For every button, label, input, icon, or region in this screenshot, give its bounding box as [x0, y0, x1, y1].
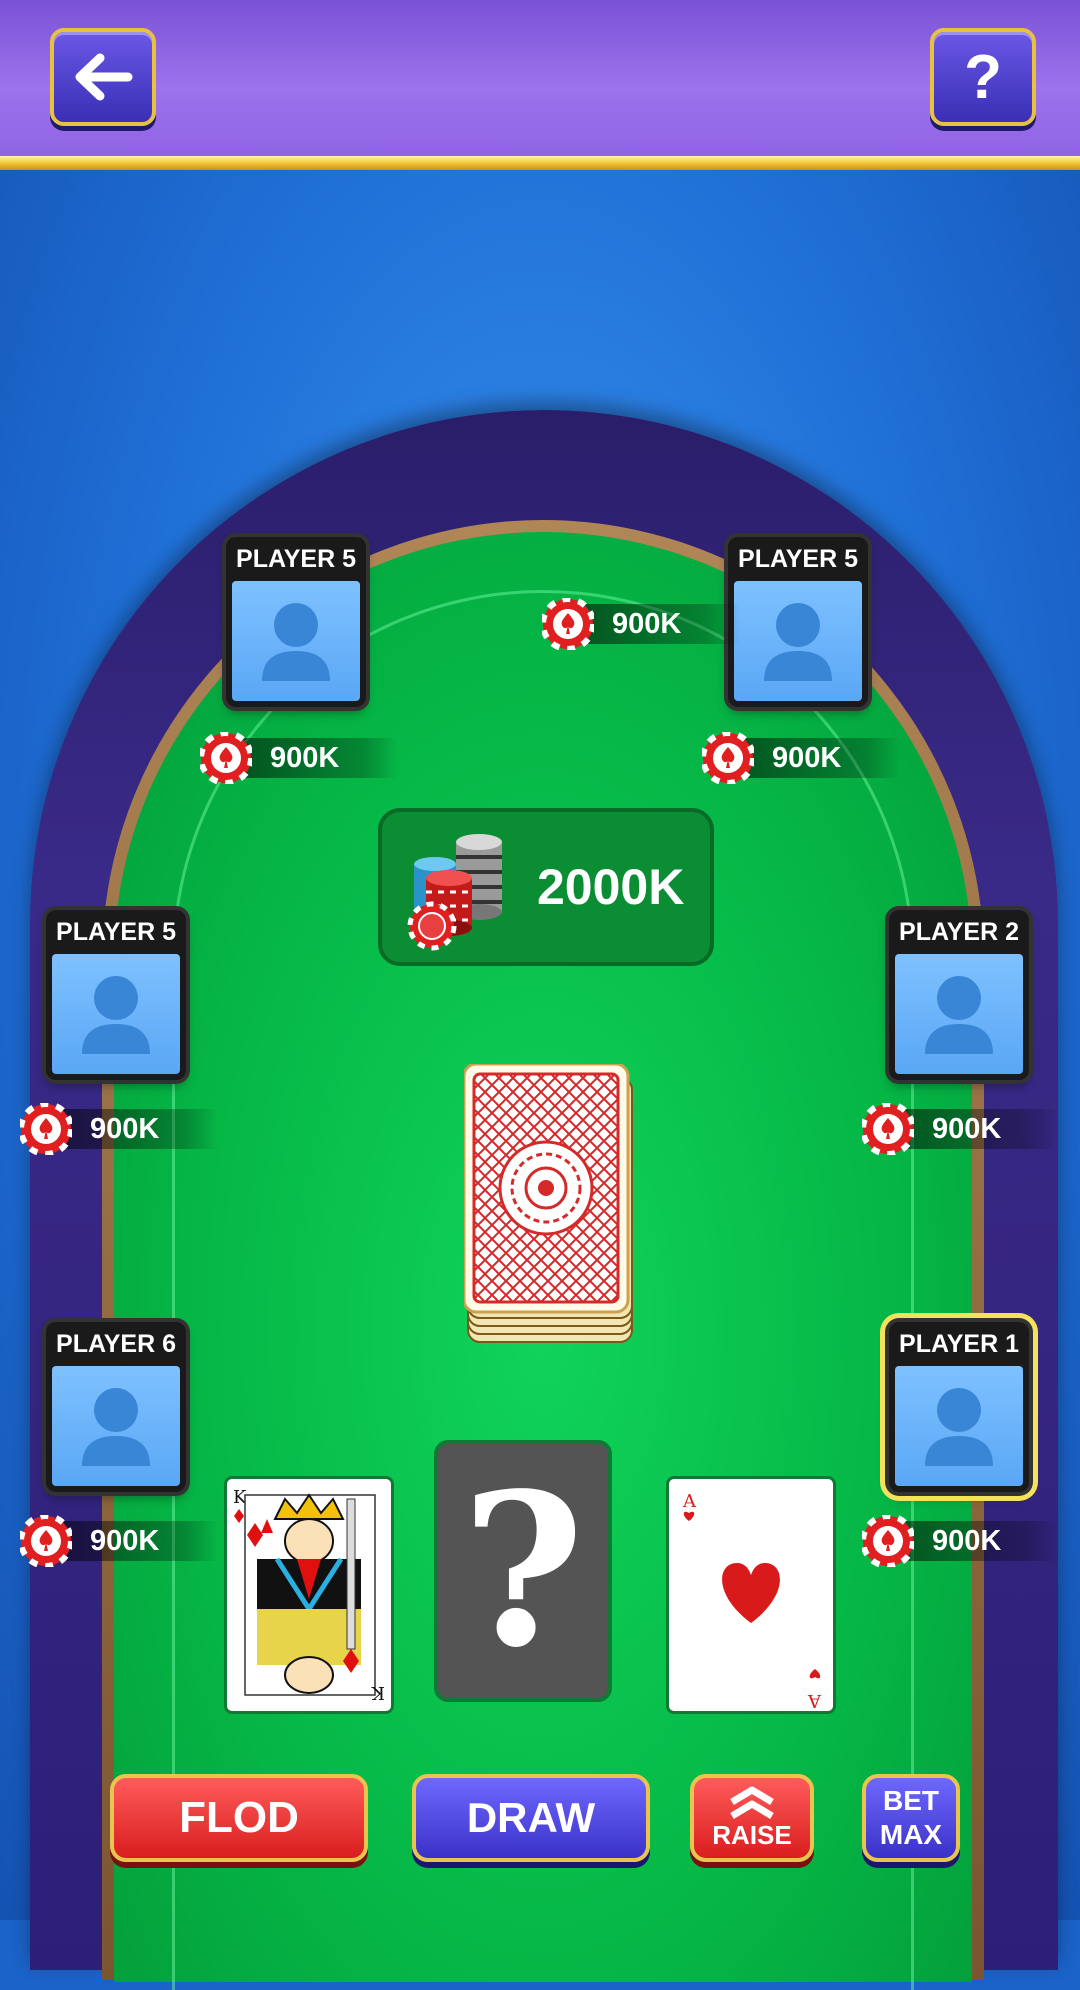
- player-seat[interactable]: PLAYER 5: [728, 537, 868, 707]
- player-chips: 900K: [200, 732, 398, 784]
- user-icon: [925, 1388, 993, 1466]
- chip-icon: [20, 1103, 72, 1155]
- user-icon: [82, 1388, 150, 1466]
- chip-stack-icon: [407, 834, 502, 951]
- player-name: PLAYER 5: [738, 545, 858, 573]
- king-of-diamonds-face: K K: [233, 1487, 385, 1703]
- back-button[interactable]: [50, 28, 156, 126]
- chip-icon: [20, 1515, 72, 1567]
- fold-button[interactable]: FLOD: [110, 1774, 368, 1862]
- player-chips: 900K: [862, 1103, 1060, 1155]
- player-name: PLAYER 1: [899, 1330, 1019, 1358]
- player-chips: 900K: [20, 1515, 218, 1567]
- avatar: [52, 1366, 180, 1486]
- player-name: PLAYER 2: [899, 918, 1019, 946]
- raise-label: RAISE: [712, 1819, 792, 1850]
- user-icon: [764, 603, 832, 681]
- player-seat[interactable]: PLAYER 2: [889, 910, 1029, 1080]
- chip-amount: 900K: [90, 1525, 160, 1557]
- svg-text:K: K: [371, 1682, 385, 1703]
- svg-text:A: A: [807, 1690, 822, 1711]
- avatar: [895, 1366, 1023, 1486]
- chip-icon: [542, 598, 594, 650]
- player-card-king-diamonds[interactable]: K K: [224, 1476, 394, 1714]
- chip-icon: [862, 1515, 914, 1567]
- help-button[interactable]: ?: [930, 28, 1036, 126]
- user-icon: [262, 603, 330, 681]
- player-card-ace-hearts[interactable]: A A: [666, 1476, 836, 1714]
- chip-amount: 900K: [932, 1113, 1002, 1145]
- chip-amount: 900K: [772, 742, 842, 774]
- chip-amount: 900K: [932, 1525, 1002, 1557]
- player-chips: 900K: [20, 1103, 218, 1155]
- bet-max-button[interactable]: BET MAX: [862, 1774, 960, 1862]
- top-bar: [0, 0, 1080, 160]
- chip-icon: [862, 1103, 914, 1155]
- arrow-left-icon: [75, 53, 133, 101]
- player-seat[interactable]: PLAYER 6: [46, 1322, 186, 1492]
- player-chips: 900K: [862, 1515, 1060, 1567]
- player-name: PLAYER 5: [56, 918, 176, 946]
- bet-max-label-line2: MAX: [879, 1819, 943, 1850]
- card-deck[interactable]: [462, 1062, 636, 1344]
- chevron-up-double-icon: [730, 1786, 774, 1819]
- draw-button[interactable]: DRAW: [412, 1774, 650, 1862]
- chip-amount: 900K: [270, 742, 340, 774]
- dealer-chips: 900K: [542, 598, 740, 650]
- raise-button[interactable]: RAISE: [690, 1774, 814, 1862]
- avatar: [52, 954, 180, 1074]
- player-name: PLAYER 6: [56, 1330, 176, 1358]
- user-icon: [925, 976, 993, 1054]
- player-name: PLAYER 5: [236, 545, 356, 573]
- avatar: [895, 954, 1023, 1074]
- pot-amount: 2000K: [537, 859, 685, 915]
- ace-of-hearts-face: A A: [682, 1491, 822, 1711]
- top-bar-rail: [0, 156, 1080, 170]
- avatar: [232, 581, 360, 701]
- player-seat[interactable]: PLAYER 5: [46, 910, 186, 1080]
- card-back-icon: [462, 1062, 633, 1343]
- avatar: [734, 581, 862, 701]
- bet-max-label-line1: BET: [883, 1785, 939, 1816]
- player-chips: 900K: [702, 732, 900, 784]
- player-seat[interactable]: PLAYER 5: [226, 537, 366, 707]
- chip-amount: 900K: [612, 608, 682, 640]
- hidden-card[interactable]: ?: [434, 1440, 612, 1702]
- user-icon: [82, 976, 150, 1054]
- chip-icon: [702, 732, 754, 784]
- player-seat-active[interactable]: PLAYER 1: [889, 1322, 1029, 1492]
- chip-amount: 900K: [90, 1113, 160, 1145]
- pot-panel: 2000K: [378, 808, 714, 966]
- svg-text:A: A: [682, 1491, 697, 1512]
- chip-icon: [200, 732, 252, 784]
